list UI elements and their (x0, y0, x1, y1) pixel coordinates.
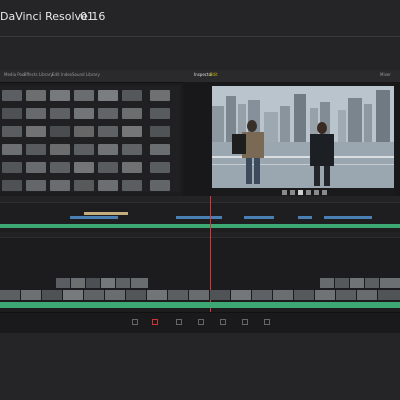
clip-thumbnail[interactable] (50, 144, 70, 155)
upper-playhead[interactable] (210, 196, 211, 232)
clip-thumbnail[interactable] (50, 90, 70, 101)
clip-thumbnail[interactable] (26, 90, 46, 101)
tab-edit-index[interactable]: Edit Index (52, 72, 72, 77)
audio-track-a1[interactable] (0, 302, 400, 308)
clip-thumbnail[interactable] (74, 126, 94, 137)
lower-playhead[interactable] (210, 232, 211, 312)
video-clip-track-v2-end[interactable] (320, 278, 400, 288)
clip-thumbnail[interactable] (150, 144, 170, 155)
page-header: DaVinci Resolve 16 01 (0, 0, 400, 38)
timeline-clip[interactable] (70, 216, 118, 219)
fast-forward-icon[interactable] (306, 190, 311, 195)
clip-thumbnail[interactable] (122, 108, 142, 119)
color-icon[interactable] (220, 319, 226, 325)
clip-thumbnail[interactable] (26, 144, 46, 155)
clip-thumbnail[interactable] (2, 90, 22, 101)
clip-thumbnail[interactable] (150, 162, 170, 173)
media-pool (0, 86, 180, 192)
clip-thumbnail[interactable] (122, 90, 142, 101)
viewer-frame[interactable] (212, 86, 394, 188)
fusion-icon[interactable] (198, 319, 204, 325)
clip-thumbnail[interactable] (26, 108, 46, 119)
tab-edit[interactable]: Edit (210, 72, 218, 77)
clip-thumbnail[interactable] (122, 180, 142, 191)
clip-thumbnail[interactable] (74, 180, 94, 191)
clip-thumbnail[interactable] (74, 108, 94, 119)
clip-thumbnail[interactable] (74, 90, 94, 101)
audio-track-bar[interactable] (0, 224, 400, 228)
timeline-clip[interactable] (324, 216, 372, 219)
clip-thumbnail[interactable] (98, 144, 118, 155)
jump-start-icon[interactable] (282, 190, 287, 195)
timeline-clip[interactable] (298, 216, 312, 219)
clip-thumbnail[interactable] (150, 90, 170, 101)
upper-timeline-ruler[interactable] (0, 196, 400, 203)
rewind-icon[interactable] (290, 190, 295, 195)
clip-thumbnail[interactable] (122, 126, 142, 137)
media-icon[interactable] (132, 319, 138, 325)
clip-thumbnail[interactable] (2, 180, 22, 191)
timeline-clip[interactable] (244, 216, 274, 219)
clip-thumbnail[interactable] (50, 162, 70, 173)
clip-thumbnail[interactable] (98, 90, 118, 101)
clip-thumbnail[interactable] (2, 144, 22, 155)
clip-thumbnail[interactable] (2, 126, 22, 137)
clip-thumbnail[interactable] (50, 108, 70, 119)
timeline-clip[interactable] (84, 212, 128, 215)
video-clip-track-v1[interactable] (0, 290, 400, 300)
clip-thumbnail[interactable] (122, 144, 142, 155)
jump-end-icon[interactable] (314, 190, 319, 195)
page-navigation-bar (0, 312, 400, 333)
clip-thumbnail[interactable] (74, 162, 94, 173)
deliver-icon[interactable] (264, 319, 270, 325)
edit-icon[interactable] (176, 319, 182, 325)
clip-thumbnail[interactable] (26, 162, 46, 173)
clip-thumbnail[interactable] (98, 126, 118, 137)
clip-thumbnail[interactable] (74, 144, 94, 155)
header-divider (0, 36, 400, 37)
clip-thumbnail[interactable] (150, 180, 170, 191)
clip-thumbnail[interactable] (2, 162, 22, 173)
clip-thumbnail[interactable] (98, 108, 118, 119)
tab-sound-library[interactable]: Sound Library (72, 72, 100, 77)
loop-icon[interactable] (322, 190, 327, 195)
clip-thumbnail[interactable] (2, 108, 22, 119)
clip-thumbnail[interactable] (26, 180, 46, 191)
clip-thumbnail[interactable] (98, 162, 118, 173)
play-icon[interactable] (298, 190, 303, 195)
tab-effects-library[interactable]: Effects Library (24, 72, 53, 77)
clip-thumbnail[interactable] (122, 162, 142, 173)
page-number: 01 (80, 10, 94, 23)
tab-media-pool[interactable]: Media Pool (4, 72, 26, 77)
fairlight-icon[interactable] (242, 319, 248, 325)
clip-thumbnail[interactable] (150, 126, 170, 137)
cut-icon[interactable] (152, 319, 158, 325)
timeline-clip[interactable] (176, 216, 222, 219)
clip-thumbnail[interactable] (150, 108, 170, 119)
clip-thumbnail[interactable] (50, 126, 70, 137)
clip-thumbnail[interactable] (50, 180, 70, 191)
tab-mixer[interactable]: Mixer (380, 72, 391, 77)
clip-thumbnail[interactable] (26, 126, 46, 137)
lower-timeline-ruler[interactable] (0, 232, 400, 238)
lower-timeline (0, 232, 400, 312)
video-clip-track-v2[interactable] (56, 278, 148, 288)
clip-thumbnail[interactable] (98, 180, 118, 191)
video-frame-image (212, 86, 394, 188)
